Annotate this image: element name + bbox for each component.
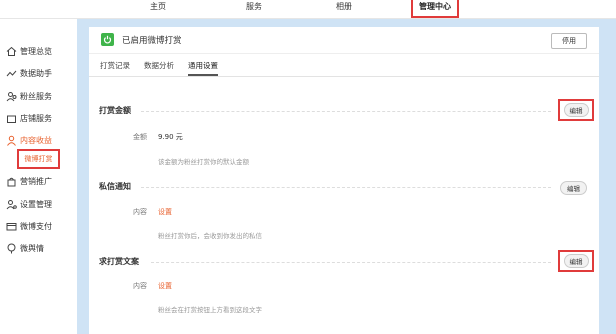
card-icon: [6, 221, 17, 232]
tab-tip-records[interactable]: 打赏记录: [100, 60, 130, 71]
sidebar-item-label: 营销推广: [20, 176, 52, 186]
sidebar: 管理总览 数据助手 粉丝服务 店铺服务 内容收益 微博打赏 营销推广 设置管理 …: [0, 19, 77, 334]
sidebar-item-sentiment[interactable]: 微舆情: [6, 241, 44, 255]
sidebar-item-content-revenue[interactable]: 内容收益: [6, 133, 52, 147]
tab-bar: 打赏记录 数据分析 通用设置: [89, 54, 599, 77]
divider: [141, 111, 551, 112]
sidebar-item-label: 店铺服务: [20, 113, 52, 123]
sidebar-item-label: 数据助手: [20, 68, 52, 78]
sidebar-item-overview[interactable]: 管理总览: [6, 44, 52, 58]
sentiment-icon: [6, 243, 17, 254]
disable-button[interactable]: 停用: [551, 33, 587, 49]
top-nav: 主页 服务 相册 管理中心: [0, 0, 616, 19]
top-tab-services[interactable]: 服务: [246, 0, 262, 16]
sidebar-item-fans[interactable]: 粉丝服务: [6, 89, 52, 103]
private-hint: 粉丝打赏你后，会收到你发出的私信: [158, 232, 262, 240]
top-tab-home[interactable]: 主页: [150, 0, 166, 16]
user-icon: [6, 135, 17, 146]
sidebar-item-data-assistant[interactable]: 数据助手: [6, 66, 52, 80]
shop-icon: [6, 113, 17, 124]
tab-general-settings[interactable]: 通用设置: [188, 60, 218, 76]
section-title-request-copy: 求打赏文案: [99, 257, 139, 266]
sidebar-item-label: 设置管理: [20, 199, 52, 209]
sidebar-item-marketing[interactable]: 营销推广: [6, 174, 52, 188]
section-title-private-message: 私信通知: [99, 182, 131, 191]
divider: [151, 262, 551, 263]
private-field-label: 内容: [133, 208, 147, 216]
sidebar-item-label: 内容收益: [20, 135, 52, 145]
fans-icon: [6, 91, 17, 102]
amount-field-value: 9.90 元: [158, 133, 183, 141]
sidebar-item-label: 粉丝服务: [20, 91, 52, 101]
edit-highlight-box: 编辑: [558, 99, 594, 121]
sidebar-item-shop[interactable]: 店铺服务: [6, 111, 52, 125]
tab-data-analysis[interactable]: 数据分析: [144, 60, 174, 71]
trend-icon: [6, 68, 17, 79]
edit-private-message-button[interactable]: 编辑: [560, 181, 587, 195]
bag-icon: [6, 176, 17, 187]
home-icon: [6, 46, 17, 57]
sidebar-subitem-weibo-tips[interactable]: 微博打赏: [17, 149, 60, 169]
request-hint: 粉丝会在打赏按钮上方看到这段文字: [158, 306, 262, 314]
private-settings-link[interactable]: 设置: [158, 207, 172, 217]
sidebar-item-label: 微博支付: [20, 221, 52, 231]
sidebar-item-payment[interactable]: 微博支付: [6, 219, 52, 233]
edit-request-copy-button[interactable]: 编辑: [563, 254, 589, 268]
main-panel: 已启用微博打赏 停用 打赏记录 数据分析 通用设置 打赏金额 编辑 金额 9.9…: [89, 27, 599, 334]
request-settings-link[interactable]: 设置: [158, 281, 172, 291]
top-tab-management[interactable]: 管理中心: [411, 0, 459, 18]
sidebar-item-label: 管理总览: [20, 46, 52, 56]
divider: [141, 187, 551, 188]
settings-user-icon: [6, 199, 17, 210]
sidebar-item-settings[interactable]: 设置管理: [6, 197, 52, 211]
section-title-amount: 打赏金额: [99, 106, 131, 115]
power-icon: [101, 33, 114, 46]
amount-field-label: 金额: [133, 133, 147, 141]
request-field-label: 内容: [133, 282, 147, 290]
top-tab-album[interactable]: 相册: [336, 0, 352, 16]
edit-highlight-box: 编辑: [558, 250, 594, 272]
amount-hint: 该金额为粉丝打赏你的默认金额: [158, 158, 249, 166]
page-title: 已启用微博打赏: [122, 36, 182, 46]
edit-amount-button[interactable]: 编辑: [563, 103, 589, 117]
sidebar-item-label: 微舆情: [20, 243, 44, 253]
app-header: 已启用微博打赏 停用: [89, 27, 599, 54]
